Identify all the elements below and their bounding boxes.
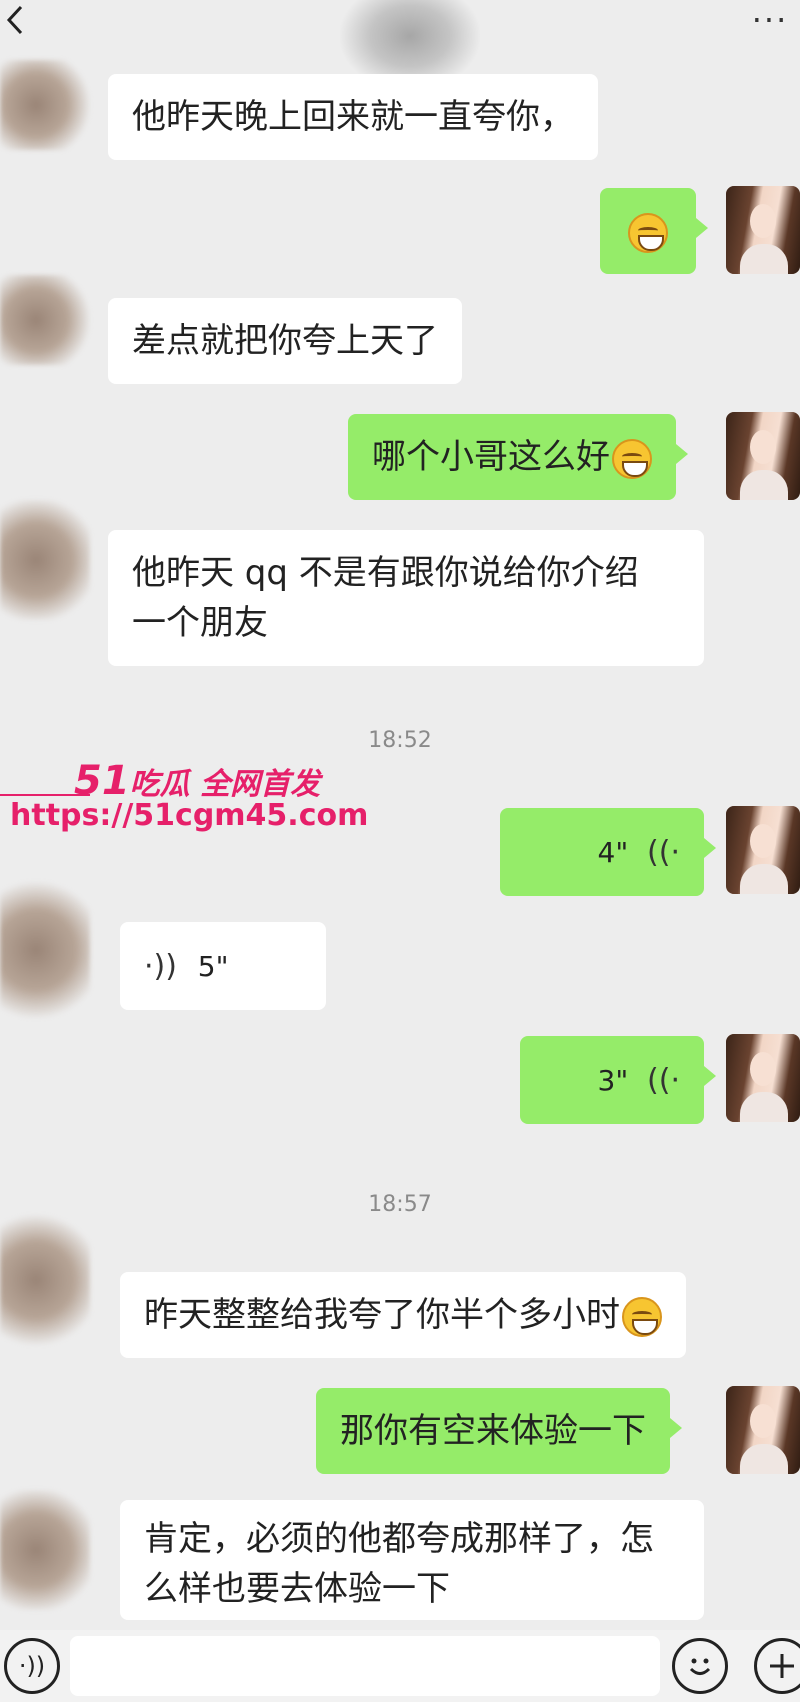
message-bubble-incoming[interactable]: 肯定，必须的他都夸成那样了，怎 么样也要去体验一下 [120,1500,704,1620]
voice-icon: ·)) [18,1652,46,1680]
contact-avatar[interactable] [0,275,90,365]
voice-wave-icon: ·)) [144,949,177,984]
message-bubble-incoming[interactable]: 昨天整整给我夸了你半个多小时 [120,1272,686,1358]
message-text: 他昨天晚上回来就一直夸你， [132,97,574,137]
message-text: 差点就把你夸上天了 [132,321,438,361]
grin-emoji-icon [628,212,668,253]
emoji-button[interactable] [672,1638,728,1694]
message-bubble-outgoing[interactable]: 哪个小哥这么好 [348,414,688,500]
my-avatar[interactable] [726,412,800,500]
watermark-url: https://51cgm45.com [10,798,369,833]
voice-duration: 3" [597,1064,629,1097]
voice-input-button[interactable]: ·)) [4,1638,60,1694]
contact-avatar[interactable] [0,500,90,620]
message-input[interactable] [70,1636,660,1696]
my-avatar[interactable] [726,806,800,894]
timestamp: 18:52 [368,728,432,753]
yawn-emoji-icon [612,438,652,479]
voice-wave-icon: ((· [647,835,680,870]
plus-icon [770,1654,794,1678]
smiley-icon [689,1658,711,1675]
voice-message-outgoing[interactable]: 3" ((· [520,1036,716,1124]
message-line: 么样也要去体验一下 [144,1569,450,1609]
chat-header: ··· [0,0,800,90]
my-avatar[interactable] [726,1386,800,1474]
message-bubble-incoming[interactable]: 他昨天晚上回来就一直夸你， [108,74,598,160]
message-text: 哪个小哥这么好 [372,437,610,477]
grin-emoji-icon [622,1296,662,1337]
back-button[interactable] [0,2,30,38]
message-text: 那你有空来体验一下 [340,1411,646,1451]
message-text: 昨天整整给我夸了你半个多小时 [144,1295,620,1335]
contact-avatar[interactable] [0,1490,90,1610]
message-line: 肯定，必须的他都夸成那样了，怎 [144,1519,654,1559]
chevron-left-icon [6,5,23,35]
watermark: 51吃瓜 全网首发 https://51cgm45.com [0,758,368,848]
message-bubble-outgoing[interactable] [600,188,708,274]
message-bubble-incoming[interactable]: 他昨天 qq 不是有跟你说给你介绍 一个朋友 [108,530,704,666]
more-options-button[interactable]: ··· [740,0,800,40]
my-avatar[interactable] [726,186,800,274]
my-avatar[interactable] [726,1034,800,1122]
voice-message-outgoing[interactable]: 4" ((· [500,808,716,896]
voice-message-incoming[interactable]: ·)) 5" [120,922,326,1010]
voice-wave-icon: ((· [647,1063,680,1098]
contact-avatar[interactable] [0,880,90,1020]
message-bubble-outgoing[interactable]: 那你有空来体验一下 [316,1388,682,1474]
contact-avatar[interactable] [0,1215,90,1345]
input-bar: ·)) [0,1630,800,1702]
timestamp: 18:57 [368,1192,432,1217]
voice-duration: 5" [197,950,229,983]
contact-avatar[interactable] [0,60,90,150]
message-bubble-incoming[interactable]: 差点就把你夸上天了 [108,298,462,384]
add-button[interactable] [754,1638,800,1694]
message-line: 一个朋友 [132,603,268,643]
message-line: 他昨天 qq 不是有跟你说给你介绍 [132,553,639,593]
voice-duration: 4" [597,836,629,869]
